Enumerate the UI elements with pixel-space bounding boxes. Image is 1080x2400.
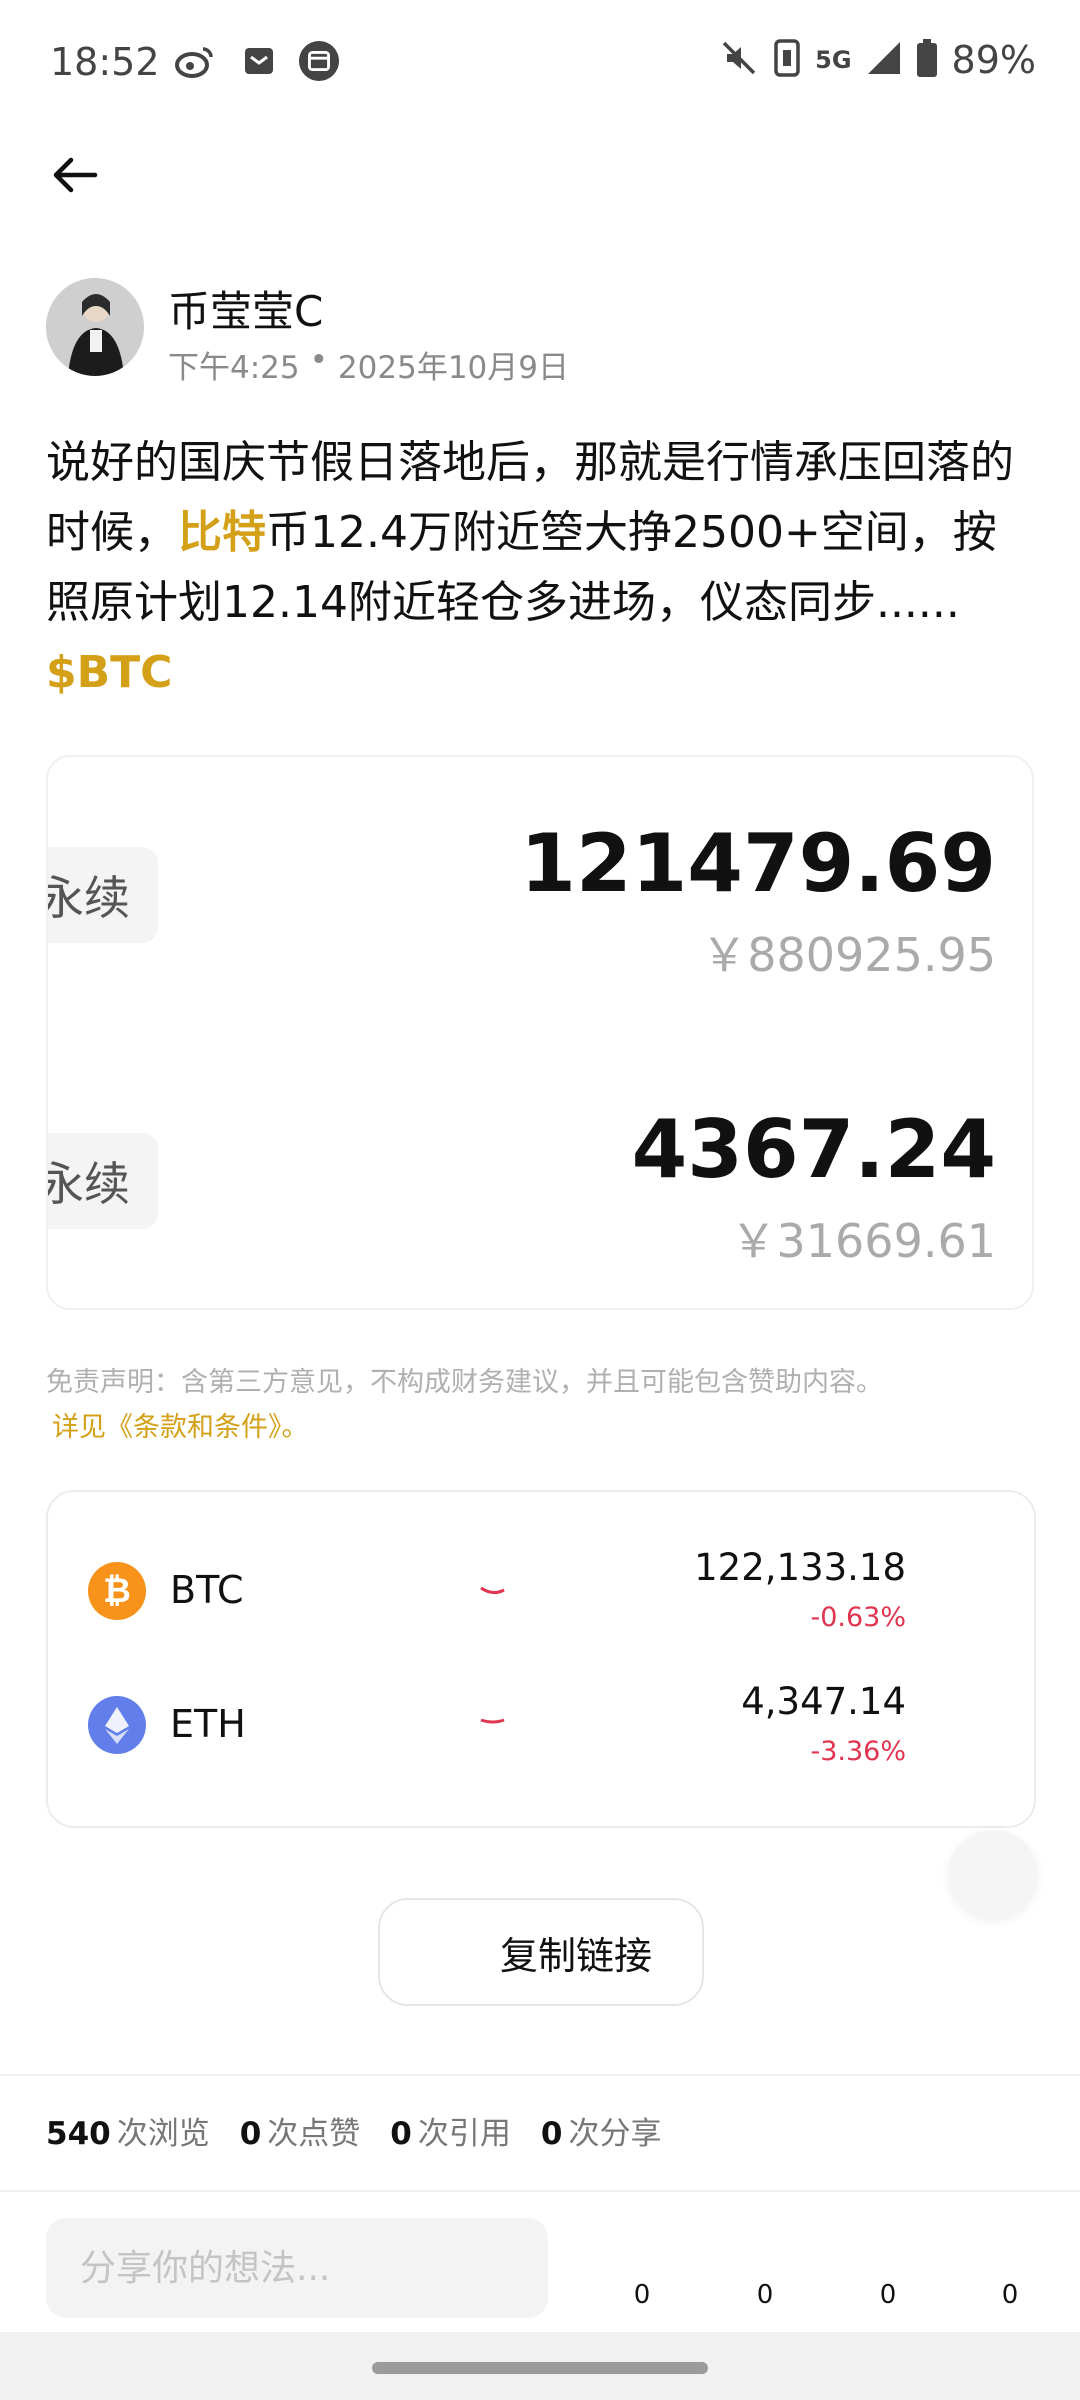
divider [0,2074,1080,2076]
ticker-card[interactable]: 永续 121479.69 ￥880925.95 永续 4367.24 ￥3166… [46,755,1034,1310]
perp-label: 永续 [48,847,158,943]
calendar-icon [298,40,340,82]
home-indicator[interactable] [372,2362,708,2374]
market-card: ₿ BTC 122,133.18 -0.63% ETH 4,347.14 -3.… [46,1490,1036,1828]
coin-change: -0.63% [810,1602,906,1633]
perp-label: 永续 [48,1133,158,1229]
stat-quotes: 0 次引用 [390,2108,511,2153]
status-right-icons: 5G 89% [719,38,1036,82]
reply-input[interactable] [46,2218,548,2318]
coin-row-eth[interactable]: ETH 4,347.14 -3.36% [48,1672,1034,1782]
ticker-price-cny: ￥880925.95 [701,928,996,982]
avatar[interactable] [46,278,144,376]
terms-link[interactable]: 详见《条款和条件》。 [52,1405,309,1444]
like-count[interactable]: 0 [858,2280,918,2310]
bitcoin-icon: ₿ [88,1562,146,1620]
stat-label: 次引用 [417,2116,511,2152]
signal-icon [866,40,902,80]
network-type: 5G [815,46,852,74]
stat-label: 次点赞 [267,2116,361,2152]
meta-separator: • [309,342,328,378]
nfc-icon [773,38,801,82]
repost-count[interactable]: 0 [735,2280,795,2310]
reply-count[interactable]: 0 [612,2280,672,2310]
ethereum-icon [88,1696,146,1754]
stat-views: 540 次浏览 [46,2108,210,2153]
stat-count: 0 [540,2116,563,2152]
post-body: 说好的国庆节假日落地后，那就是行情承压回落的时候，比特币12.4万附近箜大挣25… [46,428,1036,708]
coin-change: -3.36% [810,1736,906,1767]
arrow-left-icon [53,157,98,193]
stat-count: 540 [46,2116,111,2152]
share-count[interactable]: 0 [980,2280,1040,2310]
coin-symbol: BTC [170,1568,244,1612]
disclaimer-text: 免责声明：含第三方意见，不构成财务建议，并且可能包含赞助内容。 [46,1367,883,1398]
mute-icon [719,38,759,82]
ticker-price: 121479.69 [520,817,996,910]
ticker-price: 4367.24 [631,1103,996,1196]
coin-symbol: ETH [170,1702,246,1746]
sparkline-chart [480,1586,505,1595]
battery-icon [916,38,938,82]
stat-likes: 0 次点赞 [240,2108,361,2153]
battery-percent: 89% [951,38,1036,82]
status-time: 18:52 [50,40,160,84]
highlight-link[interactable]: 比特 [178,507,266,558]
coin-row-btc[interactable]: ₿ BTC 122,133.18 -0.63% [48,1538,1034,1648]
divider [0,2190,1080,2192]
stat-shares: 0 次分享 [541,2108,662,2153]
ticker-price-cny: ￥31669.61 [730,1214,997,1268]
cashtag-link[interactable]: $BTC [46,647,172,698]
post-date: 2025年10月9日 [337,350,569,386]
stats-row: 540 次浏览 0 次点赞 0 次引用 0 次分享 [46,2108,661,2153]
copy-link-button[interactable]: 复制链接 [378,1898,704,2006]
weibo-icon [174,40,216,82]
status-bar: 18:52 5G 89% [0,0,1080,130]
post-time: 下午4:25 [168,350,300,386]
stat-label: 次浏览 [116,2116,210,2152]
coin-price: 4,347.14 [741,1680,906,1723]
coin-price: 122,133.18 [694,1546,906,1589]
floating-action-button[interactable] [948,1830,1038,1920]
post-meta: 下午4:25 • 2025年10月9日 [168,342,569,387]
stat-label: 次分享 [568,2116,662,2152]
back-button[interactable] [40,145,110,205]
author-name[interactable]: 币莹莹C [168,278,323,339]
mail-icon [238,40,280,82]
stat-count: 0 [390,2116,412,2152]
stat-count: 0 [239,2116,262,2152]
sparkline-chart [480,1718,505,1724]
